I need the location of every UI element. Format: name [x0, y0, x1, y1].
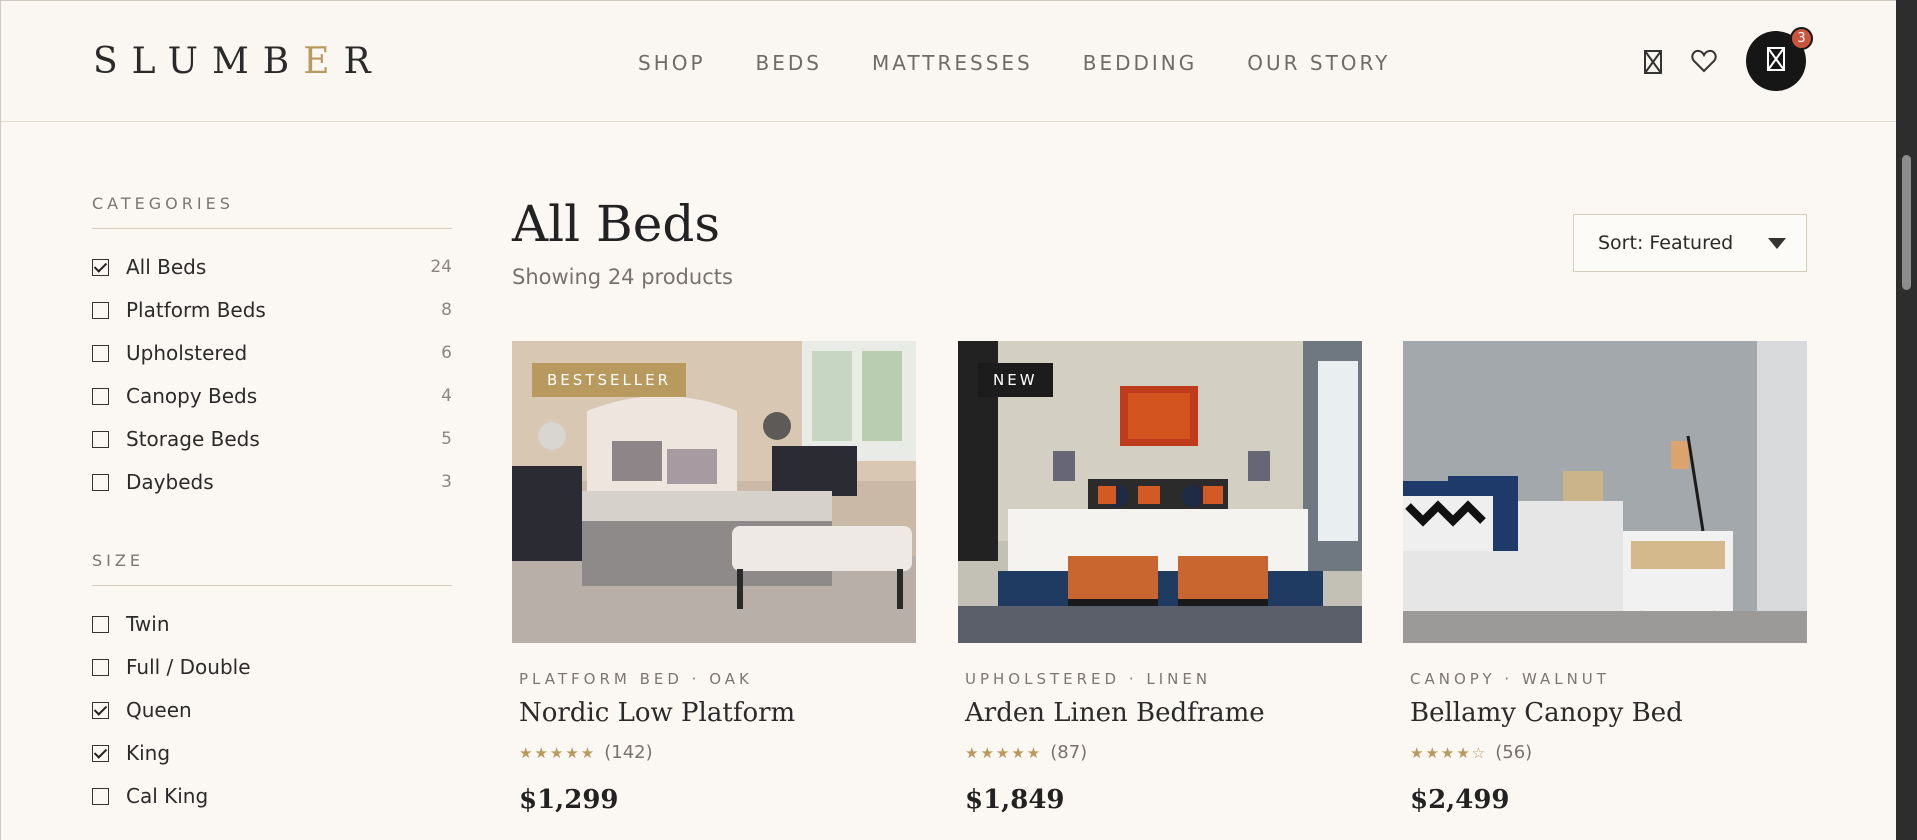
checkbox[interactable] [92, 615, 109, 633]
heart-icon[interactable] [1689, 46, 1719, 76]
product-image[interactable]: NEW [958, 341, 1362, 643]
checkbox[interactable] [92, 430, 109, 448]
filter-label: Platform Beds [126, 298, 266, 322]
category-filter-platform-beds[interactable]: Platform Beds 8 [92, 295, 452, 325]
categories-heading: CATEGORIES [92, 194, 234, 213]
category-filter-upholstered[interactable]: Upholstered 6 [92, 338, 452, 368]
star-rating-icon: ★★★★☆ [1410, 743, 1488, 762]
size-filter-twin[interactable]: Twin [92, 609, 452, 639]
product-rating: ★★★★★ (87) [965, 742, 1362, 763]
product-image[interactable] [1403, 341, 1807, 643]
checkbox[interactable] [92, 787, 109, 805]
filter-label: Full / Double [126, 655, 251, 679]
size-divider [92, 585, 452, 586]
filter-label: All Beds [126, 255, 207, 279]
filter-label: Canopy Beds [126, 384, 258, 408]
filter-label: King [126, 741, 171, 765]
product-meta: UPHOLSTERED · LINEN [965, 670, 1212, 688]
product-card[interactable]: CANOPY · WALNUT Bellamy Canopy Bed ★★★★☆… [1403, 341, 1807, 815]
product-name[interactable]: Arden Linen Bedframe [965, 698, 1362, 728]
checkbox[interactable] [92, 744, 109, 762]
product-name[interactable]: Nordic Low Platform [519, 698, 916, 728]
filter-count: 3 [441, 472, 452, 492]
filter-label: Storage Beds [126, 427, 260, 451]
product-meta: PLATFORM BED · OAK [519, 670, 753, 688]
size-filter-king[interactable]: King [92, 738, 452, 768]
checkbox[interactable] [92, 701, 109, 719]
checkbox[interactable] [92, 473, 109, 491]
chevron-down-icon [1768, 237, 1786, 249]
filter-count: 5 [441, 429, 452, 449]
vertical-scrollbar[interactable] [1896, 0, 1917, 840]
star-rating-icon: ★★★★★ [965, 743, 1043, 762]
site-header: SLUMBER SHOP BEDS MATTRESSES BEDDING OUR… [1, 1, 1896, 122]
categories-divider [92, 228, 452, 229]
product-card[interactable]: BESTSELLER PLATFORM BED · OAK Nordic Low… [512, 341, 916, 815]
product-image[interactable]: BESTSELLER [512, 341, 916, 643]
product-price: $2,499 [1410, 785, 1510, 815]
category-filter-daybeds[interactable]: Daybeds 3 [92, 467, 452, 497]
size-filter-cal-king[interactable]: Cal King [92, 781, 452, 811]
product-price: $1,299 [519, 785, 619, 815]
scrollbar-thumb[interactable] [1902, 155, 1911, 290]
checkbox[interactable] [92, 258, 109, 276]
product-badge: BESTSELLER [532, 363, 687, 397]
nav-our-story[interactable]: OUR STORY [1247, 51, 1390, 75]
size-filter-full-double[interactable]: Full / Double [92, 652, 452, 682]
cart-icon [1766, 46, 1786, 76]
filter-label: Twin [126, 612, 170, 636]
category-filter-all-beds[interactable]: All Beds 24 [92, 252, 452, 282]
product-badge: NEW [978, 363, 1053, 397]
nav-shop[interactable]: SHOP [638, 51, 706, 75]
product-count: Showing 24 products [512, 265, 733, 289]
main-nav: SHOP BEDS MATTRESSES BEDDING OUR STORY [638, 51, 1440, 75]
checkbox[interactable] [92, 344, 109, 362]
product-rating: ★★★★☆ (56) [1410, 742, 1807, 763]
category-filter-canopy-beds[interactable]: Canopy Beds 4 [92, 381, 452, 411]
page: SLUMBER SHOP BEDS MATTRESSES BEDDING OUR… [0, 0, 1896, 840]
review-count: (142) [604, 742, 653, 763]
review-count: (56) [1495, 742, 1533, 763]
nav-beds[interactable]: BEDS [756, 51, 822, 75]
nav-mattresses[interactable]: MATTRESSES [872, 51, 1033, 75]
size-filter-queen[interactable]: Queen [92, 695, 452, 725]
checkbox[interactable] [92, 387, 109, 405]
filter-count: 8 [441, 300, 452, 320]
filter-label: Daybeds [126, 470, 214, 494]
page-title: All Beds [512, 195, 720, 253]
cart-outline-icon[interactable] [1638, 47, 1668, 77]
review-count: (87) [1050, 742, 1088, 763]
product-card[interactable]: NEW UPHOLSTERED · LINEN Arden Linen Bedf… [958, 341, 1362, 815]
sort-dropdown[interactable]: Sort: Featured [1573, 214, 1807, 272]
filter-label: Queen [126, 698, 192, 722]
filter-count: 4 [441, 386, 452, 406]
checkbox[interactable] [92, 658, 109, 676]
product-name[interactable]: Bellamy Canopy Bed [1410, 698, 1807, 728]
product-price: $1,849 [965, 785, 1065, 815]
product-rating: ★★★★★ (142) [519, 742, 916, 763]
filter-count: 24 [430, 257, 452, 277]
checkbox[interactable] [92, 301, 109, 319]
size-heading: SIZE [92, 551, 144, 570]
filter-label: Upholstered [126, 341, 248, 365]
filter-count: 6 [441, 343, 452, 363]
brand-logo[interactable]: SLUMBER [93, 41, 385, 82]
nav-bedding[interactable]: BEDDING [1083, 51, 1198, 75]
product-meta: CANOPY · WALNUT [1410, 670, 1610, 688]
filter-label: Cal King [126, 784, 209, 808]
star-rating-icon: ★★★★★ [519, 743, 597, 762]
cart-count-badge: 3 [1790, 27, 1813, 50]
category-filter-storage-beds[interactable]: Storage Beds 5 [92, 424, 452, 454]
sort-label: Sort: Featured [1598, 232, 1734, 254]
